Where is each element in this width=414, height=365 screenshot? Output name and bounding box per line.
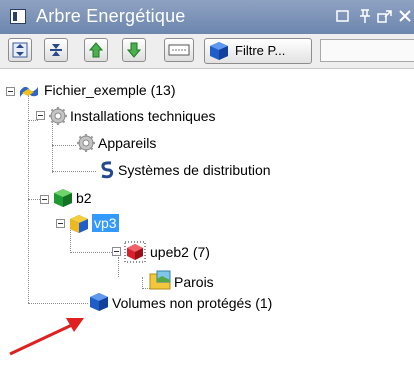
annotation-arrow bbox=[9, 318, 84, 356]
energy-tree-window: Arbre Energétique Filtre P... Fichier_ex… bbox=[0, 0, 414, 365]
